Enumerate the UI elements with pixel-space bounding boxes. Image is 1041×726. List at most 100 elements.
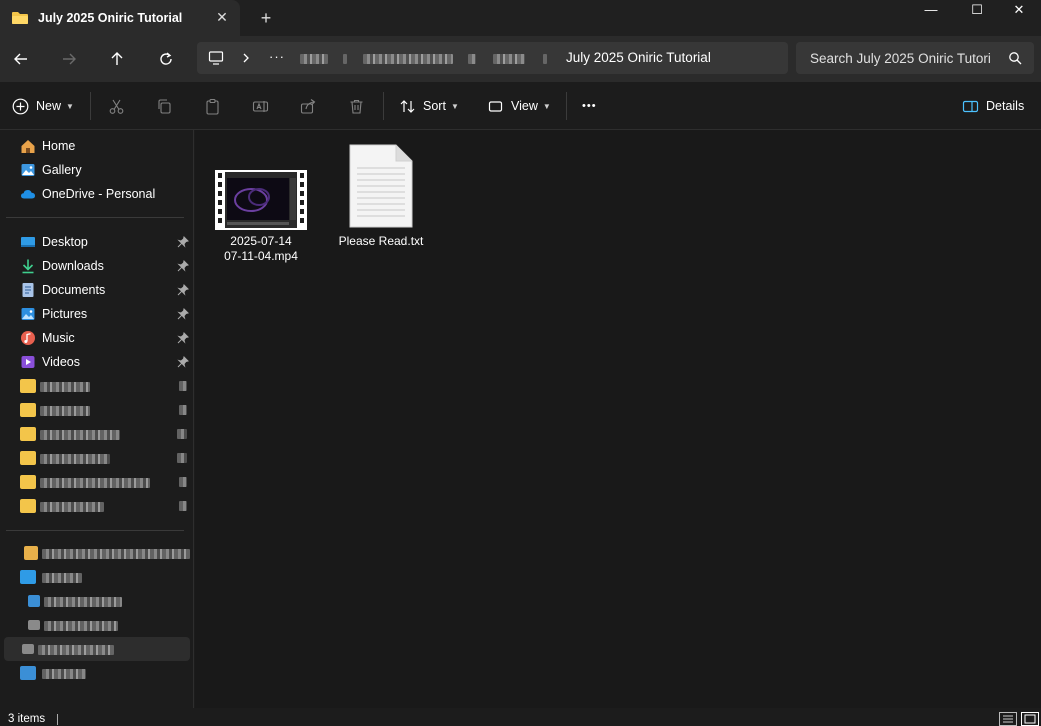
home-icon (21, 140, 35, 153)
cut-button[interactable] (108, 94, 125, 118)
sidebar-item-redacted-folder[interactable] (0, 422, 194, 446)
see-more-button[interactable]: ••• (582, 94, 597, 118)
share-icon (300, 98, 316, 114)
refresh-button[interactable] (151, 44, 181, 74)
details-view-toggle[interactable] (999, 712, 1017, 726)
download-icon (22, 259, 34, 274)
search-input[interactable]: Search July 2025 Oniric Tutorial (810, 51, 990, 66)
redacted-label (42, 573, 82, 583)
status-divider (57, 714, 58, 725)
computer-icon (208, 51, 224, 65)
file-item-text[interactable]: Please Read.txt (331, 144, 431, 249)
view-button[interactable]: View ▼ (487, 94, 551, 118)
sidebar-item-redacted-location[interactable] (0, 661, 194, 685)
sort-button[interactable]: Sort ▼ (399, 94, 459, 118)
text-file-icon (349, 144, 413, 228)
scissors-icon (109, 99, 124, 114)
search-box[interactable]: Search July 2025 Oniric Tutorial (796, 42, 1034, 74)
folder-icon (20, 499, 36, 513)
sidebar-item-redacted-folder[interactable] (0, 398, 194, 422)
pin-icon[interactable] (177, 356, 189, 368)
file-list[interactable]: 2025-07-14 07-11-04.mp4 Please Read.txt (195, 130, 1041, 708)
sidebar-item-videos[interactable]: Videos (0, 350, 194, 374)
pin-icon[interactable] (179, 501, 187, 511)
sidebar-item-gallery[interactable]: Gallery (0, 158, 194, 182)
sidebar-item-label: OneDrive - Personal (42, 187, 156, 201)
copy-button[interactable] (156, 94, 173, 118)
sidebar-item-music[interactable]: Music (0, 326, 194, 350)
address-bar[interactable]: ··· July 2025 Oniric Tutorial (197, 42, 788, 74)
sidebar-item-redacted-folder[interactable] (0, 446, 194, 470)
pin-icon[interactable] (179, 477, 187, 487)
forward-button[interactable] (54, 44, 84, 74)
folder-icon (12, 12, 28, 24)
back-button[interactable] (6, 44, 36, 74)
pin-icon[interactable] (177, 429, 187, 439)
sidebar-item-redacted-location[interactable] (0, 589, 194, 613)
pin-icon[interactable] (177, 332, 189, 344)
tab-title: July 2025 Oniric Tutorial (38, 11, 183, 25)
redacted-label (42, 669, 86, 679)
breadcrumb-overflow-button[interactable]: ··· (269, 49, 285, 64)
sidebar-item-label: Videos (42, 355, 80, 369)
sidebar-item-redacted-location[interactable] (0, 565, 194, 589)
up-button[interactable] (102, 44, 132, 74)
videos-icon (21, 356, 35, 368)
delete-button[interactable] (348, 94, 365, 118)
file-name-line: 2025-07-14 (230, 234, 292, 248)
pin-icon[interactable] (177, 284, 189, 296)
share-button[interactable] (300, 94, 317, 118)
breadcrumb-item-redacted[interactable] (493, 54, 525, 64)
video-thumbnail-icon (215, 170, 307, 230)
breadcrumb-separator (343, 54, 347, 64)
close-window-button[interactable]: ✕ (996, 0, 1041, 22)
sidebar-item-desktop[interactable]: Desktop (0, 230, 194, 254)
plus-circle-icon (12, 98, 29, 114)
trash-icon (350, 99, 363, 114)
sidebar-item-redacted-folder[interactable] (0, 374, 194, 398)
clipboard-icon (206, 98, 219, 115)
redacted-label (44, 621, 118, 631)
chevron-right-icon[interactable] (241, 52, 251, 64)
sidebar-item-documents[interactable]: Documents (0, 278, 194, 302)
maximize-button[interactable]: ☐ (954, 0, 1000, 22)
drive-icon (20, 570, 36, 584)
pin-icon[interactable] (177, 308, 189, 320)
new-button[interactable]: New ▼ (12, 94, 74, 118)
pin-icon[interactable] (179, 405, 187, 415)
sidebar-item-label: Documents (42, 283, 106, 297)
close-tab-icon[interactable]: ✕ (214, 9, 230, 25)
minimize-button[interactable]: — (908, 0, 954, 22)
sidebar-item-redacted-folder[interactable] (0, 470, 194, 494)
pin-icon[interactable] (177, 260, 189, 272)
breadcrumb-item-redacted[interactable] (300, 54, 328, 64)
folder-icon (20, 427, 36, 441)
navigation-bar: ··· July 2025 Oniric Tutorial Search Jul… (0, 36, 1041, 82)
sidebar-item-home[interactable]: Home (0, 134, 194, 158)
search-icon[interactable] (1008, 51, 1022, 65)
sidebar-item-onedrive[interactable]: OneDrive - Personal (0, 182, 194, 206)
paste-button[interactable] (204, 94, 221, 118)
new-tab-button[interactable]: + (256, 8, 276, 28)
sidebar-item-redacted-location[interactable] (0, 541, 194, 565)
sidebar-item-redacted-location[interactable] (0, 613, 194, 637)
view-label: View (511, 99, 538, 113)
sidebar-item-redacted-location[interactable] (4, 637, 190, 661)
pin-icon[interactable] (177, 236, 189, 248)
sidebar-item-downloads[interactable]: Downloads (0, 254, 194, 278)
details-button[interactable]: Details (962, 94, 1024, 118)
documents-icon (22, 283, 34, 297)
sort-label: Sort (423, 99, 446, 113)
sidebar-item-pictures[interactable]: Pictures (0, 302, 194, 326)
pin-icon[interactable] (179, 381, 187, 391)
gallery-icon (21, 164, 35, 176)
breadcrumb-current[interactable]: July 2025 Oniric Tutorial (566, 50, 711, 65)
file-item-video[interactable]: 2025-07-14 07-11-04.mp4 (211, 170, 311, 264)
details-label: Details (986, 99, 1025, 113)
rename-button[interactable] (252, 94, 269, 118)
sidebar-item-redacted-folder[interactable] (0, 494, 194, 518)
large-icons-view-toggle[interactable] (1021, 712, 1039, 726)
pin-icon[interactable] (177, 453, 187, 463)
tab-current-folder[interactable]: July 2025 Oniric Tutorial ✕ (0, 0, 240, 36)
breadcrumb-item-redacted[interactable] (363, 54, 453, 64)
